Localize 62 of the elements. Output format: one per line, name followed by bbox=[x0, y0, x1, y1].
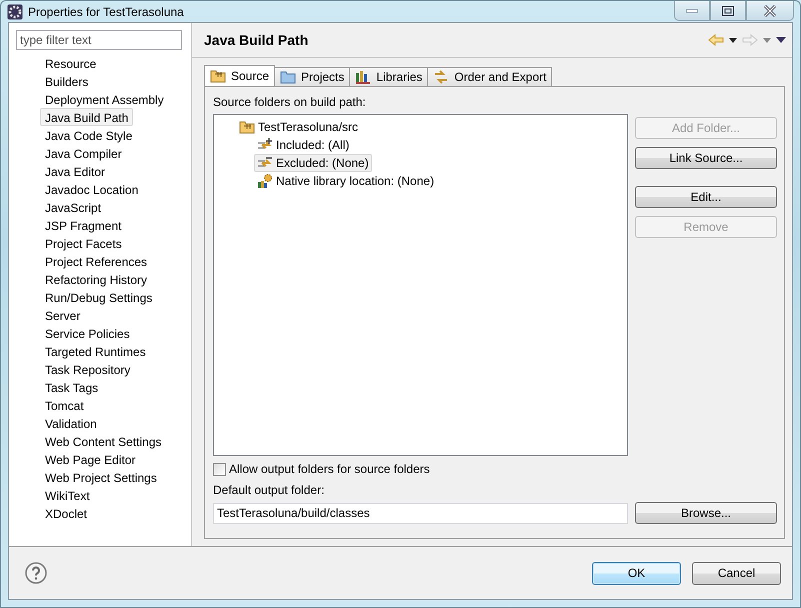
tree-item[interactable]: TestTerasoluna/src bbox=[236, 118, 362, 136]
close-button[interactable] bbox=[746, 1, 794, 21]
tab[interactable]: Source bbox=[204, 65, 276, 86]
tab[interactable]: Order and Export bbox=[427, 67, 552, 86]
sidebar-item[interactable]: Java Compiler bbox=[40, 144, 127, 162]
tree-item[interactable]: Native library location: (None) bbox=[254, 172, 438, 190]
tab[interactable]: Libraries bbox=[349, 67, 428, 86]
sidebar-item[interactable]: Validation bbox=[40, 414, 102, 432]
sidebar-item[interactable]: Targeted Runtimes bbox=[40, 342, 151, 360]
dialog-button[interactable]: OK bbox=[592, 562, 681, 584]
sidebar-item[interactable]: Run/Debug Settings bbox=[40, 288, 158, 306]
sidebar-item[interactable]: Project Facets bbox=[40, 234, 127, 252]
tree-item[interactable]: Excluded: (None) bbox=[254, 154, 372, 172]
sidebar-item[interactable]: Java Build Path bbox=[40, 108, 134, 126]
help-icon[interactable] bbox=[25, 562, 47, 584]
sidebar-item[interactable]: Builders bbox=[40, 72, 94, 90]
tab[interactable]: Projects bbox=[274, 67, 350, 86]
arrows-icon bbox=[433, 70, 450, 84]
sidebar-item[interactable]: Server bbox=[40, 306, 86, 324]
tree-item[interactable]: Included: (All) bbox=[254, 136, 352, 154]
library-gear-icon bbox=[257, 173, 273, 189]
close-icon bbox=[763, 4, 777, 16]
folder-icon bbox=[280, 70, 296, 84]
maximize-button[interactable] bbox=[710, 1, 746, 21]
section-label: Source folders on build path: bbox=[213, 95, 367, 109]
sidebar-item[interactable]: Javadoc Location bbox=[40, 180, 144, 198]
sidebar-item[interactable]: Web Page Editor bbox=[40, 450, 140, 468]
sidebar-item[interactable]: JSP Fragment bbox=[40, 216, 126, 234]
sidebar-item[interactable]: Web Project Settings bbox=[40, 468, 162, 486]
output-folder-label: Default output folder: bbox=[213, 483, 326, 497]
side-button[interactable]: Edit... bbox=[635, 186, 777, 208]
dropdown-icon[interactable] bbox=[729, 38, 737, 42]
folder-icon bbox=[210, 69, 226, 83]
dialog-button[interactable]: Cancel bbox=[692, 562, 781, 584]
books-icon bbox=[355, 70, 372, 84]
maximize-icon bbox=[722, 6, 734, 16]
browse-button[interactable]: Browse... bbox=[635, 502, 777, 524]
checkbox[interactable] bbox=[213, 462, 226, 476]
gear-icon bbox=[7, 4, 23, 20]
view-menu-icon[interactable] bbox=[776, 37, 786, 43]
checkbox-label[interactable]: Allow output folders for source folders bbox=[229, 462, 430, 476]
minimize-icon bbox=[686, 8, 698, 14]
sidebar-item[interactable]: Java Code Style bbox=[40, 126, 138, 144]
sidebar-item[interactable]: Deployment Assembly bbox=[40, 90, 169, 108]
sidebar-item[interactable]: Java Editor bbox=[40, 162, 110, 180]
sidebar-item[interactable]: Resource bbox=[40, 54, 102, 72]
filter-field[interactable]: type filter text bbox=[16, 30, 182, 50]
sidebar-item[interactable]: Task Tags bbox=[40, 378, 104, 396]
sidebar-item[interactable]: XDoclet bbox=[40, 504, 92, 522]
sidebar-item[interactable]: JavaScript bbox=[40, 198, 106, 216]
sidebar-item[interactable]: Task Repository bbox=[40, 360, 136, 378]
side-button[interactable]: Link Source... bbox=[635, 147, 777, 169]
sidebar-item[interactable]: Web Content Settings bbox=[40, 432, 167, 450]
sidebar-item[interactable]: Project References bbox=[40, 252, 152, 270]
package-folder-icon bbox=[239, 120, 255, 134]
page-title: Java Build Path bbox=[204, 32, 308, 48]
output-folder-field[interactable]: TestTerasoluna/build/classes bbox=[213, 502, 628, 524]
sidebar-item[interactable]: Refactoring History bbox=[40, 270, 152, 288]
sidebar-item[interactable]: Tomcat bbox=[40, 396, 89, 414]
sidebar-item[interactable]: WikiText bbox=[40, 486, 95, 504]
window-title: Properties for TestTerasoluna bbox=[28, 4, 184, 18]
sidebar-item[interactable]: Service Policies bbox=[40, 324, 135, 342]
